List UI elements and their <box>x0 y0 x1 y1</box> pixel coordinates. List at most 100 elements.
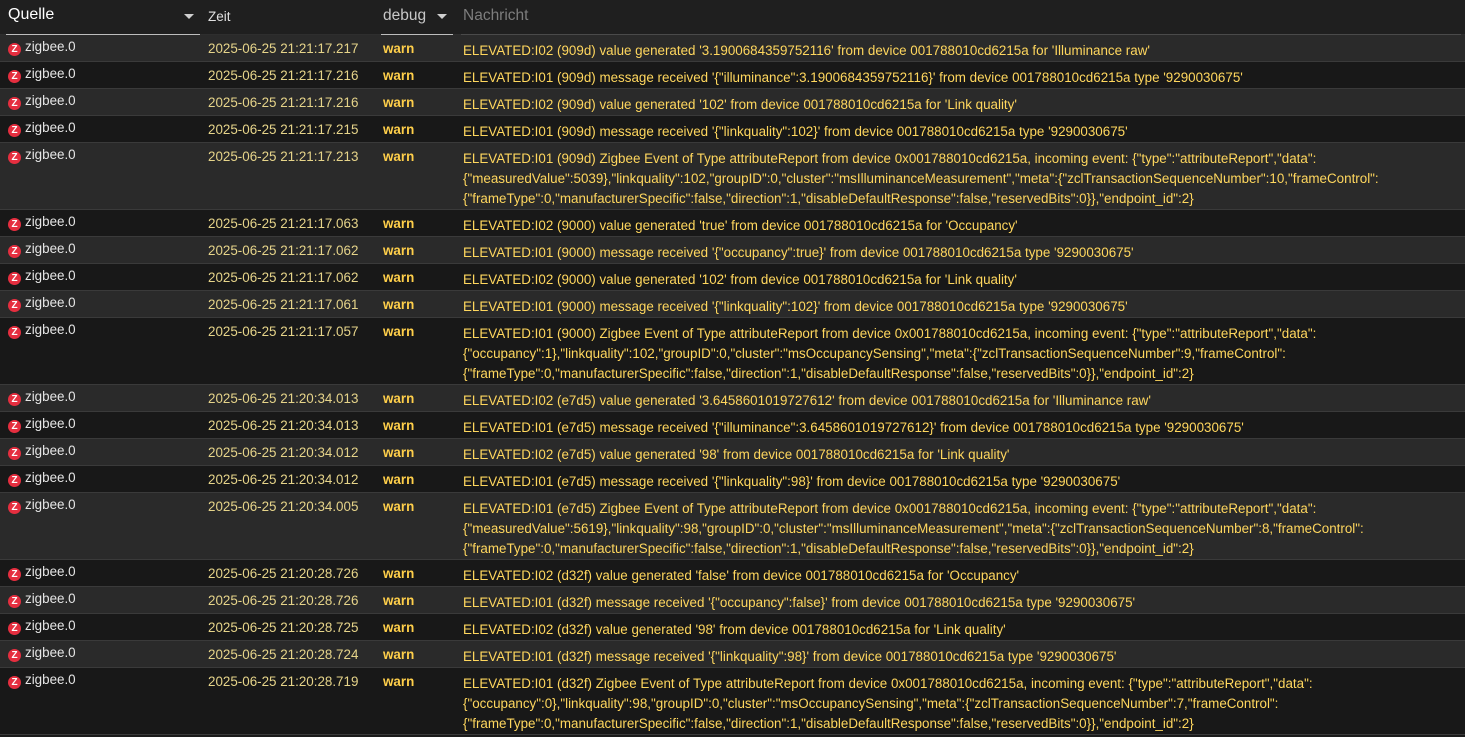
log-message: ELEVATED:I02 (d32f) value generated '98'… <box>463 622 1006 637</box>
log-source-label: zigbee.0 <box>25 295 76 310</box>
log-source-label: zigbee.0 <box>25 241 76 256</box>
log-time: 2025-06-25 21:21:17.063 <box>208 216 359 231</box>
level-filter-label: debug <box>383 7 427 24</box>
log-source-label: zigbee.0 <box>25 672 76 687</box>
log-source: Zzigbee.0 <box>8 120 76 137</box>
log-message: ELEVATED:I01 (9000) Zigbee Event of Type… <box>463 326 1317 381</box>
zigbee-adapter-icon: Z <box>8 245 21 258</box>
log-row: Zzigbee.0 2025-06-25 21:20:28.726 warn ELEV… <box>0 560 1465 587</box>
log-level: warn <box>383 95 415 110</box>
zigbee-adapter-icon: Z <box>8 218 21 231</box>
log-level: warn <box>383 445 415 460</box>
log-time: 2025-06-25 21:20:34.013 <box>208 418 359 433</box>
log-source: Zzigbee.0 <box>8 322 76 339</box>
log-message: ELEVATED:I02 (e7d5) value generated '98'… <box>463 447 1010 462</box>
zigbee-adapter-icon: Z <box>8 43 21 56</box>
log-time: 2025-06-25 21:20:34.012 <box>208 445 359 460</box>
log-source-label: zigbee.0 <box>25 470 76 485</box>
log-level: warn <box>383 391 415 406</box>
log-source: Zzigbee.0 <box>8 241 76 258</box>
log-source-label: zigbee.0 <box>25 389 76 404</box>
log-time: 2025-06-25 21:21:17.062 <box>208 270 359 285</box>
log-source-label: zigbee.0 <box>25 214 76 229</box>
log-level: warn <box>383 418 415 433</box>
log-time: 2025-06-25 21:21:17.062 <box>208 243 359 258</box>
log-message: ELEVATED:I01 (e7d5) message received '{"… <box>463 420 1244 435</box>
log-level: warn <box>383 620 415 635</box>
log-time: 2025-06-25 21:21:17.213 <box>208 149 359 164</box>
log-time: 2025-06-25 21:21:17.216 <box>208 68 359 83</box>
chevron-down-icon <box>437 14 447 19</box>
log-source: Zzigbee.0 <box>8 591 76 608</box>
log-time: 2025-06-25 21:20:34.005 <box>208 499 359 514</box>
zigbee-adapter-icon: Z <box>8 568 21 581</box>
log-message: ELEVATED:I01 (e7d5) Zigbee Event of Type… <box>463 501 1364 556</box>
log-source-label: zigbee.0 <box>25 268 76 283</box>
log-source: Zzigbee.0 <box>8 564 76 581</box>
log-message: ELEVATED:I01 (d32f) message received '{"… <box>463 649 1117 664</box>
log-source: Zzigbee.0 <box>8 645 76 662</box>
log-level: warn <box>383 566 415 581</box>
log-source-label: zigbee.0 <box>25 147 76 162</box>
log-time: 2025-06-25 21:20:28.724 <box>208 647 359 662</box>
level-filter-select[interactable]: debug <box>381 0 453 35</box>
log-row: Zzigbee.0 2025-06-25 21:21:17.063 warn ELEV… <box>0 210 1465 237</box>
log-time: 2025-06-25 21:20:34.012 <box>208 472 359 487</box>
log-source-label: zigbee.0 <box>25 120 76 135</box>
log-source: Zzigbee.0 <box>8 672 76 689</box>
log-level: warn <box>383 499 415 514</box>
log-source: Zzigbee.0 <box>8 39 76 56</box>
log-source-label: zigbee.0 <box>25 443 76 458</box>
zigbee-adapter-icon: Z <box>8 649 21 662</box>
zigbee-adapter-icon: Z <box>8 420 21 433</box>
log-row: Zzigbee.0 2025-06-25 21:21:17.062 warn ELEV… <box>0 237 1465 264</box>
message-filter-input[interactable]: Nachricht <box>461 0 1461 35</box>
log-source-label: zigbee.0 <box>25 39 76 54</box>
log-time: 2025-06-25 21:21:17.215 <box>208 122 359 137</box>
log-row: Zzigbee.0 2025-06-25 21:21:17.062 warn ELEV… <box>0 264 1465 291</box>
log-source: Zzigbee.0 <box>8 443 76 460</box>
zigbee-adapter-icon: Z <box>8 474 21 487</box>
log-source-label: zigbee.0 <box>25 591 76 606</box>
log-time: 2025-06-25 21:20:28.726 <box>208 593 359 608</box>
log-source: Zzigbee.0 <box>8 497 76 514</box>
time-column-header: Zeit <box>206 0 366 34</box>
log-level: warn <box>383 674 415 689</box>
log-source: Zzigbee.0 <box>8 93 76 110</box>
log-source-label: zigbee.0 <box>25 93 76 108</box>
source-filter-select[interactable]: Quelle <box>6 0 200 35</box>
log-row: Zzigbee.0 2025-06-25 21:20:34.012 warn ELEV… <box>0 466 1465 493</box>
log-time: 2025-06-25 21:21:17.061 <box>208 297 359 312</box>
chevron-down-icon <box>184 14 194 19</box>
log-message: ELEVATED:I02 (9000) value generated '102… <box>463 272 1017 287</box>
log-time: 2025-06-25 21:20:28.725 <box>208 620 359 635</box>
log-row: Zzigbee.0 2025-06-25 21:20:28.726 warn ELEV… <box>0 587 1465 614</box>
log-time: 2025-06-25 21:20:34.013 <box>208 391 359 406</box>
log-time: 2025-06-25 21:21:17.217 <box>208 41 359 56</box>
log-source-label: zigbee.0 <box>25 618 76 633</box>
log-row: Zzigbee.0 2025-06-25 21:20:34.013 warn ELEV… <box>0 385 1465 412</box>
log-level: warn <box>383 243 415 258</box>
log-message: ELEVATED:I01 (9000) message received '{"… <box>463 299 1128 314</box>
log-source-label: zigbee.0 <box>25 564 76 579</box>
log-row: Zzigbee.0 2025-06-25 21:20:34.005 warn ELEV… <box>0 493 1465 560</box>
log-row: Zzigbee.0 2025-06-25 21:21:17.057 warn ELEV… <box>0 318 1465 385</box>
log-message: ELEVATED:I02 (e7d5) value generated '3.6… <box>463 393 1151 408</box>
log-row: Zzigbee.0 2025-06-25 21:21:17.217 warn ELEV… <box>0 35 1465 62</box>
log-table: Zzigbee.0 2025-06-25 21:21:17.217 warn ELEV… <box>0 35 1465 735</box>
log-filter-header: Quelle Zeit debug Nachricht <box>0 0 1465 35</box>
zigbee-adapter-icon: Z <box>8 97 21 110</box>
log-message: ELEVATED:I01 (909d) message received '{"… <box>463 124 1128 139</box>
log-source-label: zigbee.0 <box>25 322 76 337</box>
log-message: ELEVATED:I01 (909d) message received '{"… <box>463 70 1243 85</box>
log-level: warn <box>383 472 415 487</box>
zigbee-adapter-icon: Z <box>8 622 21 635</box>
log-message: ELEVATED:I01 (909d) Zigbee Event of Type… <box>463 151 1379 206</box>
log-row: Zzigbee.0 2025-06-25 21:20:34.013 warn ELEV… <box>0 412 1465 439</box>
log-level: warn <box>383 41 415 56</box>
zigbee-adapter-icon: Z <box>8 676 21 689</box>
log-level: warn <box>383 297 415 312</box>
log-source: Zzigbee.0 <box>8 470 76 487</box>
log-row: Zzigbee.0 2025-06-25 21:20:34.012 warn ELEV… <box>0 439 1465 466</box>
log-source-label: zigbee.0 <box>25 66 76 81</box>
